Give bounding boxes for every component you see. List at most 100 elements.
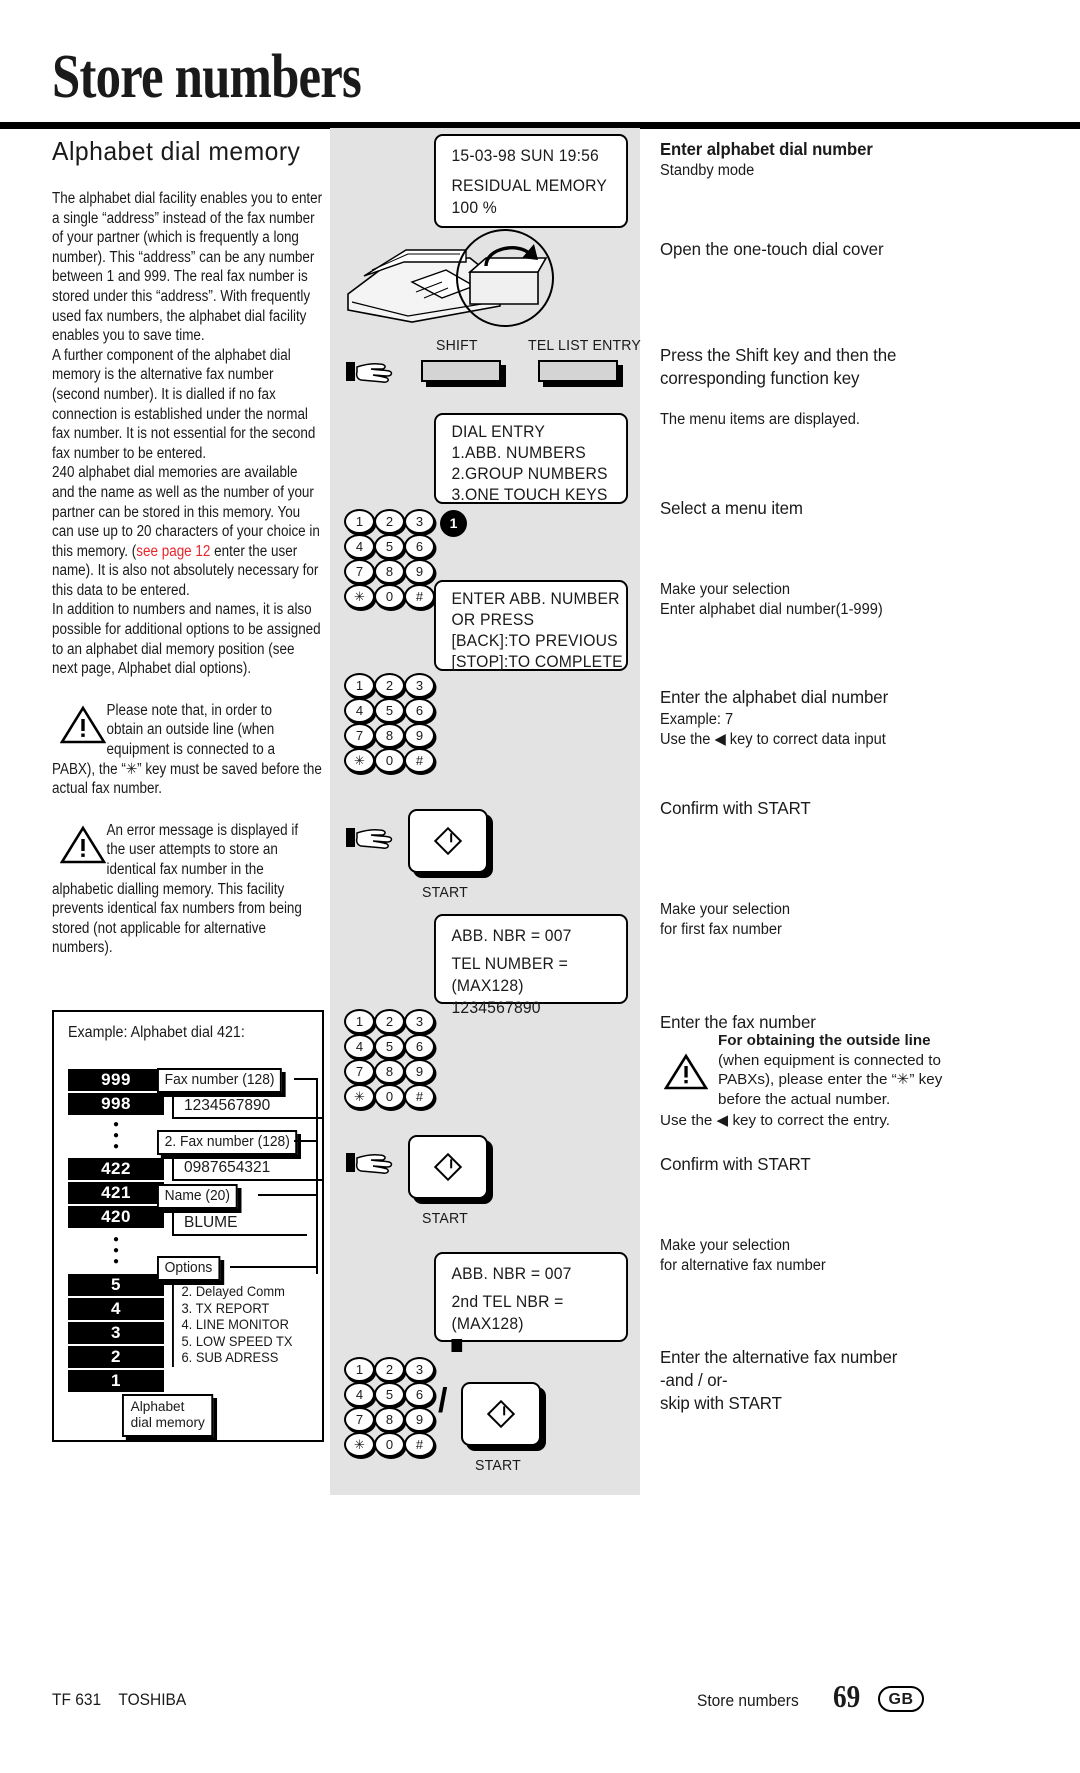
start-diamond-icon	[433, 826, 463, 856]
key-star[interactable]: ✳	[344, 1084, 375, 1109]
lcd-first-number-line-3: 1234567890	[451, 999, 541, 1017]
lcd-second-number-line-1: ABB. NBR = 007	[451, 1265, 572, 1283]
footer-page-number: 69	[833, 1678, 861, 1714]
key-7[interactable]: 7	[344, 1407, 375, 1432]
key-8[interactable]: 8	[374, 1059, 405, 1084]
key-5[interactable]: 5	[374, 698, 405, 723]
start-label-3: START	[475, 1457, 521, 1474]
key-7[interactable]: 7	[344, 1059, 375, 1084]
key-0[interactable]: 0	[374, 1432, 405, 1457]
step-sub-8-line-2: for alternative fax number	[660, 1257, 826, 1274]
key-8[interactable]: 8	[374, 559, 405, 584]
key-7[interactable]: 7	[344, 723, 375, 748]
key-1[interactable]: 1	[344, 509, 375, 534]
key-star[interactable]: ✳	[344, 1432, 375, 1457]
lcd-standby-line-1: 15-03-98 SUN 19:56	[451, 147, 599, 165]
key-4[interactable]: 4	[344, 534, 375, 559]
key-7[interactable]: 7	[344, 559, 375, 584]
cursor-block-icon	[451, 1339, 463, 1352]
key-4[interactable]: 4	[344, 1034, 375, 1059]
key-9[interactable]: 9	[404, 1407, 435, 1432]
key-9[interactable]: 9	[404, 1059, 435, 1084]
keypad-3[interactable]: 1 2 3 4 5 6 7 8 9 ✳ 0 #	[344, 1009, 440, 1109]
key-hash[interactable]: #	[404, 1432, 435, 1457]
memory-tag-line-1: Alphabet	[130, 1399, 185, 1415]
step-heading-9-line-3: skip with START	[660, 1393, 782, 1413]
key-0[interactable]: 0	[374, 1084, 405, 1109]
key-hash[interactable]: #	[404, 1084, 435, 1109]
lcd-second-number-line-2: 2nd TEL NBR = (MAX128)	[451, 1293, 564, 1333]
keypad-row: ✳ 0 #	[344, 584, 440, 609]
start-button-3[interactable]	[461, 1382, 541, 1446]
key-2[interactable]: 2	[374, 509, 405, 534]
key-9[interactable]: 9	[404, 559, 435, 584]
field-value-fax-number: 1234567890	[172, 1095, 322, 1119]
shift-key[interactable]	[421, 360, 501, 382]
see-page-12-link[interactable]: see page 12	[136, 543, 210, 560]
key-6[interactable]: 6	[404, 1382, 435, 1407]
or-slash: /	[438, 1382, 448, 1420]
note2-line1: An error message is displayed if	[106, 821, 299, 839]
step-heading-9-line-2: -and / or-	[660, 1370, 728, 1390]
key-0[interactable]: 0	[374, 584, 405, 609]
keypad-row: 7 8 9	[344, 1059, 440, 1084]
pointing-hand-icon	[346, 828, 393, 849]
keypad-row: 1 2 3	[344, 509, 440, 534]
key-5[interactable]: 5	[374, 1382, 405, 1407]
key-hash[interactable]: #	[404, 748, 435, 773]
key-3[interactable]: 3	[404, 673, 435, 698]
key-2[interactable]: 2	[374, 1357, 405, 1382]
key-3[interactable]: 3	[404, 1009, 435, 1034]
key-5[interactable]: 5	[374, 1034, 405, 1059]
key-hash[interactable]: #	[404, 584, 435, 609]
footer-brand: TOSHIBA	[118, 1691, 187, 1709]
tel-list-entry-key[interactable]	[538, 360, 618, 382]
key-star[interactable]: ✳	[344, 584, 375, 609]
lcd-dial-entry-line-2: 1.ABB. NUMBERS	[451, 444, 586, 462]
start-button-2[interactable]	[408, 1135, 488, 1199]
keypad-1[interactable]: 1 2 3 4 5 6 7 8 9 ✳ 0 #	[344, 509, 440, 609]
section-heading: Alphabet dial memory	[52, 136, 301, 166]
memory-tag-line-2: dial memory	[130, 1415, 205, 1431]
alphabet-dial-memory-tag: Alphabet dial memory	[122, 1394, 214, 1437]
key-4[interactable]: 4	[344, 698, 375, 723]
key-8[interactable]: 8	[374, 1407, 405, 1432]
key-6[interactable]: 6	[404, 1034, 435, 1059]
paragraph-4: In addition to numbers and names, it is …	[52, 601, 321, 678]
lcd-cursor	[451, 1335, 626, 1357]
key-0[interactable]: 0	[374, 748, 405, 773]
lcd-enter-abb-line-2: OR PRESS	[451, 611, 535, 629]
key-star[interactable]: ✳	[344, 748, 375, 773]
key-3[interactable]: 3	[404, 509, 435, 534]
step-heading-9-line-1: Enter the alternative fax number	[660, 1347, 898, 1367]
step-sub-4-line-2: Enter alphabet dial number(1-999)	[660, 601, 883, 618]
key-9[interactable]: 9	[404, 723, 435, 748]
keypad-2[interactable]: 1 2 3 4 5 6 7 8 9 ✳ 0 #	[344, 673, 440, 773]
key-2[interactable]: 2	[374, 1009, 405, 1034]
footer-section: Store numbers	[697, 1692, 799, 1710]
field-value-name: BLUME	[172, 1212, 307, 1236]
key-6[interactable]: 6	[404, 698, 435, 723]
key-3[interactable]: 3	[404, 1357, 435, 1382]
key-1[interactable]: 1	[344, 1357, 375, 1382]
start-diamond-icon	[486, 1399, 516, 1429]
pointing-hand-icon	[346, 362, 393, 383]
lcd-dial-entry-line-3: 2.GROUP NUMBERS	[451, 465, 608, 483]
key-4[interactable]: 4	[344, 1382, 375, 1407]
key-6[interactable]: 6	[404, 534, 435, 559]
key-8[interactable]: 8	[374, 723, 405, 748]
options-list: 2. Delayed Comm 3. TX REPORT 4. LINE MON…	[172, 1284, 293, 1367]
start-button-1[interactable]	[408, 809, 488, 873]
keypad-row: 4 5 6	[344, 534, 440, 559]
step-heading-8: Confirm with START	[660, 1154, 811, 1174]
key-2[interactable]: 2	[374, 673, 405, 698]
key-5[interactable]: 5	[374, 534, 405, 559]
connector-tick-1	[294, 1078, 318, 1080]
selected-menu-key-1[interactable]: 1	[440, 510, 467, 537]
key-1[interactable]: 1	[344, 673, 375, 698]
key-1[interactable]: 1	[344, 1009, 375, 1034]
keypad-4[interactable]: 1 2 3 4 5 6 7 8 9 ✳ 0 #	[344, 1357, 440, 1457]
step-sub-5-line-1: Example: 7	[660, 711, 734, 728]
warning-note-2: An error message is displayed if the use…	[52, 821, 324, 958]
address-ellipsis-bottom: ● ● ●	[112, 1234, 120, 1267]
